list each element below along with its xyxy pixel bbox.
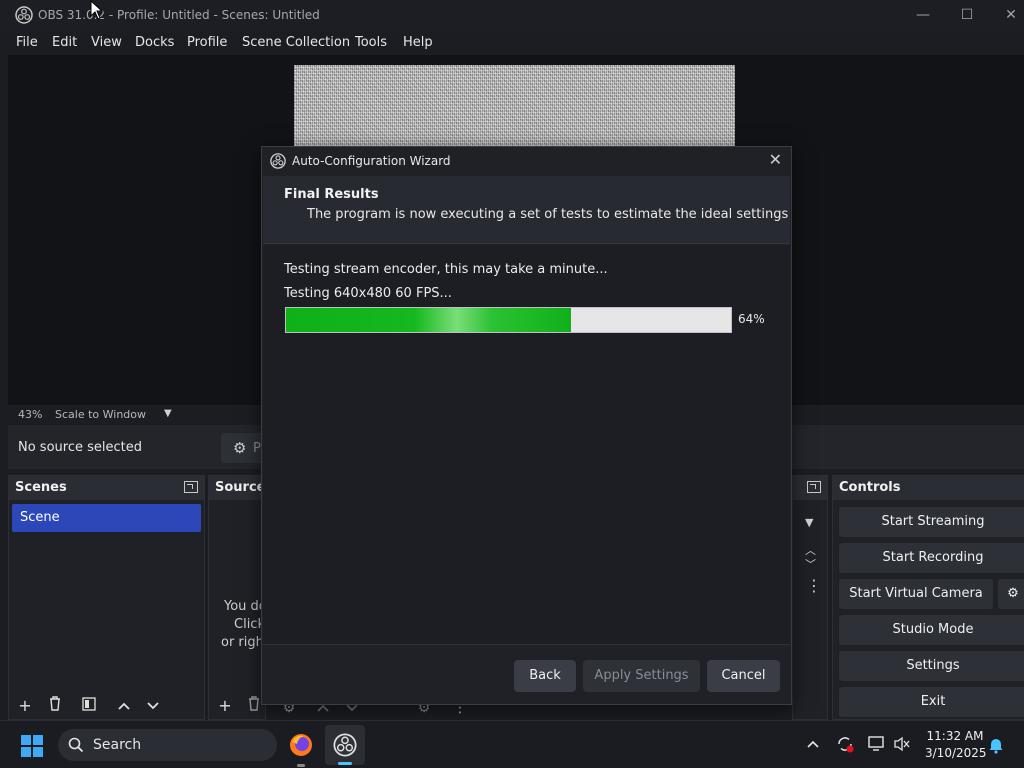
auto-configuration-wizard-dialog: Auto-Configuration Wizard ✕ Final Result… xyxy=(261,146,792,705)
move-scene-down-button[interactable] xyxy=(141,695,165,717)
apply-settings-button[interactable]: Apply Settings xyxy=(583,660,700,692)
zoom-level: 43% xyxy=(18,408,43,421)
studio-mode-button[interactable]: Studio Mode xyxy=(839,615,1024,645)
exit-button[interactable]: Exit xyxy=(839,687,1024,717)
progress-label: 64% xyxy=(738,312,765,326)
chevron-up-icon xyxy=(118,702,130,710)
start-recording-button[interactable]: Start Recording xyxy=(839,543,1024,573)
taskbar-search-box[interactable]: Search xyxy=(58,729,277,761)
obs-taskbar-button[interactable] xyxy=(325,725,365,765)
dialog-header: Final Results The program is now executi… xyxy=(263,176,790,244)
obs-logo-icon xyxy=(15,6,33,24)
maximize-button[interactable]: ☐ xyxy=(952,4,982,26)
menu-file[interactable]: File xyxy=(16,35,38,50)
page-subtitle: The program is now executing a set of te… xyxy=(307,207,789,222)
window-title: OBS 31.0.2 - Profile: Untitled - Scenes:… xyxy=(38,8,320,22)
obs-main-window: OBS 31.0.2 - Profile: Untitled - Scenes:… xyxy=(0,0,1024,720)
windows-start-icon[interactable] xyxy=(20,734,44,758)
scene-filters-button[interactable] xyxy=(77,695,101,717)
more-options-icon[interactable]: ⋮ xyxy=(806,576,822,595)
chevron-down-icon[interactable]: ▼ xyxy=(805,516,813,529)
chevron-down-icon xyxy=(147,702,159,710)
settings-button[interactable]: Settings xyxy=(839,651,1024,681)
menu-help[interactable]: Help xyxy=(403,35,433,50)
cancel-button[interactable]: Cancel xyxy=(707,660,780,692)
sources-dock: Sourcer You do Click or right + xyxy=(208,475,272,720)
search-icon xyxy=(68,737,84,753)
title-bar: OBS 31.0.2 - Profile: Untitled - Scenes:… xyxy=(0,0,1024,31)
scenes-toolbar: + xyxy=(9,693,204,719)
gear-icon: ⚙ xyxy=(1007,586,1019,601)
transitions-dock-header xyxy=(793,476,827,500)
add-source-button[interactable]: + xyxy=(213,695,237,717)
controls-dock: Controls Start Streaming Start Recording… xyxy=(832,475,1024,720)
dialog-title-bar: Auto-Configuration Wizard ✕ xyxy=(262,147,791,175)
dialog-title: Auto-Configuration Wizard xyxy=(292,154,451,168)
taskbar-date[interactable]: 3/10/2025 xyxy=(925,746,987,760)
menu-edit[interactable]: Edit xyxy=(52,35,77,50)
taskbar-time[interactable]: 11:32 AM xyxy=(925,729,985,743)
scenes-dock-title: Scenes xyxy=(15,480,67,495)
chevron-up-icon[interactable] xyxy=(806,739,820,749)
menu-docks[interactable]: Docks xyxy=(135,35,174,50)
notification-bell-icon[interactable] xyxy=(988,736,1004,754)
trash-icon xyxy=(249,696,259,711)
status-detail-text: Testing 640x480 60 FPS... xyxy=(284,286,452,301)
firefox-icon[interactable] xyxy=(288,732,314,758)
scene-list-item[interactable]: Scene xyxy=(12,504,201,532)
mouse-cursor-icon xyxy=(90,0,104,20)
start-streaming-button[interactable]: Start Streaming xyxy=(839,507,1024,537)
add-scene-button[interactable]: + xyxy=(13,695,37,717)
sync-icon[interactable] xyxy=(835,734,855,754)
source-status: No source selected xyxy=(18,440,142,455)
menu-tools[interactable]: Tools xyxy=(355,35,387,50)
close-icon[interactable]: ✕ xyxy=(769,150,782,169)
back-button[interactable]: Back xyxy=(514,660,576,692)
windows-taskbar: Search 11:32 AM 3/10/2025 xyxy=(0,720,1024,768)
firefox-running-indicator xyxy=(297,764,305,767)
controls-dock-title: Controls xyxy=(839,480,901,495)
controls-dock-header: Controls xyxy=(833,476,1024,500)
transitions-dock: ▼ ︿ ﹀ ⋮ xyxy=(792,475,828,720)
menu-profile[interactable]: Profile xyxy=(187,35,227,50)
minimize-button[interactable]: — xyxy=(908,4,938,26)
chevron-down-icon[interactable]: ▼ xyxy=(164,408,172,419)
scenes-dock: Scenes Scene + xyxy=(8,475,205,720)
virtual-camera-settings-button[interactable]: ⚙ xyxy=(998,579,1024,609)
undock-icon[interactable] xyxy=(807,481,821,493)
obs-logo-icon xyxy=(333,733,357,757)
menu-scene-collection[interactable]: Scene Collection xyxy=(242,35,350,50)
close-window-button[interactable]: ✕ xyxy=(996,4,1024,26)
obs-logo-icon xyxy=(270,153,286,169)
undock-icon[interactable] xyxy=(184,481,198,493)
search-label: Search xyxy=(93,737,142,753)
progress-bar xyxy=(285,307,732,333)
scale-mode-select[interactable]: Scale to Window xyxy=(55,408,146,421)
menu-view[interactable]: View xyxy=(91,35,122,50)
obs-active-indicator xyxy=(338,762,352,765)
remove-scene-button[interactable] xyxy=(43,695,67,717)
progress-bar-fill xyxy=(286,308,571,332)
move-scene-up-button[interactable] xyxy=(112,695,136,717)
page-title: Final Results xyxy=(284,187,379,202)
sources-dock-header: Sourcer xyxy=(209,476,272,500)
dialog-body: Testing stream encoder, this may take a … xyxy=(263,245,790,645)
start-virtual-camera-button[interactable]: Start Virtual Camera xyxy=(839,579,993,609)
status-text: Testing stream encoder, this may take a … xyxy=(284,262,608,277)
filter-icon xyxy=(82,697,96,711)
network-icon[interactable] xyxy=(868,735,886,753)
scenes-dock-header: Scenes xyxy=(9,476,204,500)
sources-toolbar: + xyxy=(209,693,265,719)
preview-canvas xyxy=(294,65,735,155)
trash-icon xyxy=(50,696,60,711)
gear-icon: ⚙ xyxy=(233,439,247,457)
volume-muted-icon[interactable] xyxy=(893,736,911,752)
chevron-down-icon[interactable]: ﹀ xyxy=(805,556,816,572)
menu-bar: File Edit View Docks Profile Scene Colle… xyxy=(0,31,1024,55)
scene-name: Scene xyxy=(20,510,60,525)
